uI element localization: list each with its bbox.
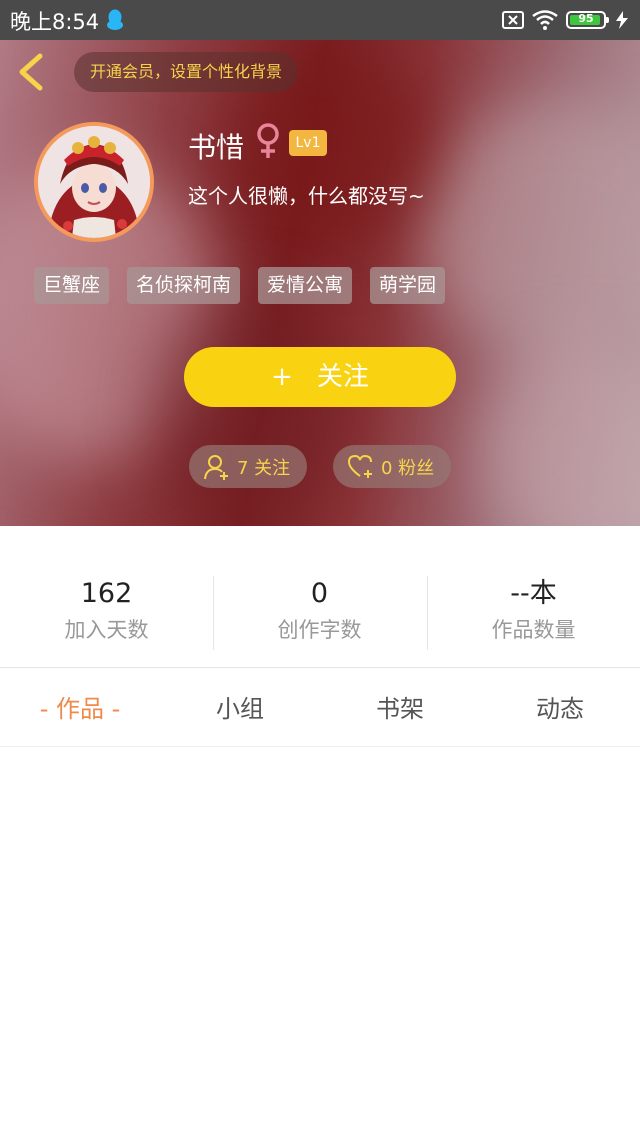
status-bar: 晚上8:54 95 (0, 0, 640, 40)
profile-stats: 162 加入天数 0 创作字数 --本 作品数量 (0, 526, 640, 668)
follow-button-label: 关注 (316, 362, 369, 392)
interest-tags: 巨蟹座 名侦探柯南 爱情公寓 萌学园 (34, 267, 446, 304)
username: 书惜 (188, 131, 245, 164)
female-gender-icon (257, 123, 279, 158)
background-blur (150, 290, 350, 526)
following-count: 7 关注 (237, 457, 291, 479)
battery-icon: 95 (566, 11, 609, 29)
content-area (0, 748, 640, 1138)
wifi-icon (532, 10, 558, 30)
plus-icon: + (271, 362, 293, 392)
interest-tag[interactable]: 萌学园 (370, 267, 446, 304)
stat-value: 0 (310, 578, 329, 609)
background-blur (420, 100, 640, 360)
background-blur (480, 340, 640, 526)
user-bio: 这个人很懒，什么都没写~ (188, 184, 425, 208)
status-time: 晚上8:54 (10, 10, 100, 34)
stat-value: --本 (510, 578, 557, 609)
avatar[interactable] (34, 122, 154, 242)
following-count-button[interactable]: 7 关注 (189, 445, 307, 488)
heart-plus-icon (347, 454, 372, 478)
vip-promo-button[interactable]: 开通会员，设置个性化背景 (74, 52, 299, 92)
avatar-image (38, 126, 150, 238)
tab-works[interactable]: - 作品 - (0, 669, 160, 747)
tab-bookshelf[interactable]: 书架 (320, 669, 480, 747)
interest-tag[interactable]: 爱情公寓 (258, 267, 353, 304)
profile-tabs: - 作品 - 小组 书架 动态 (0, 669, 640, 747)
qq-icon (107, 9, 123, 30)
stat-works-count: --本 作品数量 (427, 576, 640, 644)
interest-tag[interactable]: 巨蟹座 (34, 267, 110, 304)
stat-words-written: 0 创作字数 (213, 576, 426, 644)
tab-activity[interactable]: 动态 (480, 669, 640, 747)
stat-label: 作品数量 (491, 618, 576, 642)
stat-days-joined: 162 加入天数 (0, 576, 213, 644)
stat-value: 162 (80, 578, 133, 609)
status-right: 95 (502, 8, 630, 32)
sim-icon (502, 11, 524, 29)
follow-button[interactable]: + 关注 (184, 347, 456, 407)
charging-icon (616, 11, 628, 29)
fans-count-button[interactable]: 0 粉丝 (333, 445, 451, 488)
battery-level: 95 (578, 12, 594, 25)
stat-label: 加入天数 (64, 618, 149, 642)
level-badge: Lv1 (289, 130, 327, 156)
stat-label: 创作字数 (277, 618, 362, 642)
back-arrow-icon[interactable] (14, 52, 48, 92)
add-user-icon (204, 454, 228, 480)
fans-count: 0 粉丝 (381, 457, 435, 479)
tab-groups[interactable]: 小组 (160, 669, 320, 747)
interest-tag[interactable]: 名侦探柯南 (127, 267, 241, 304)
